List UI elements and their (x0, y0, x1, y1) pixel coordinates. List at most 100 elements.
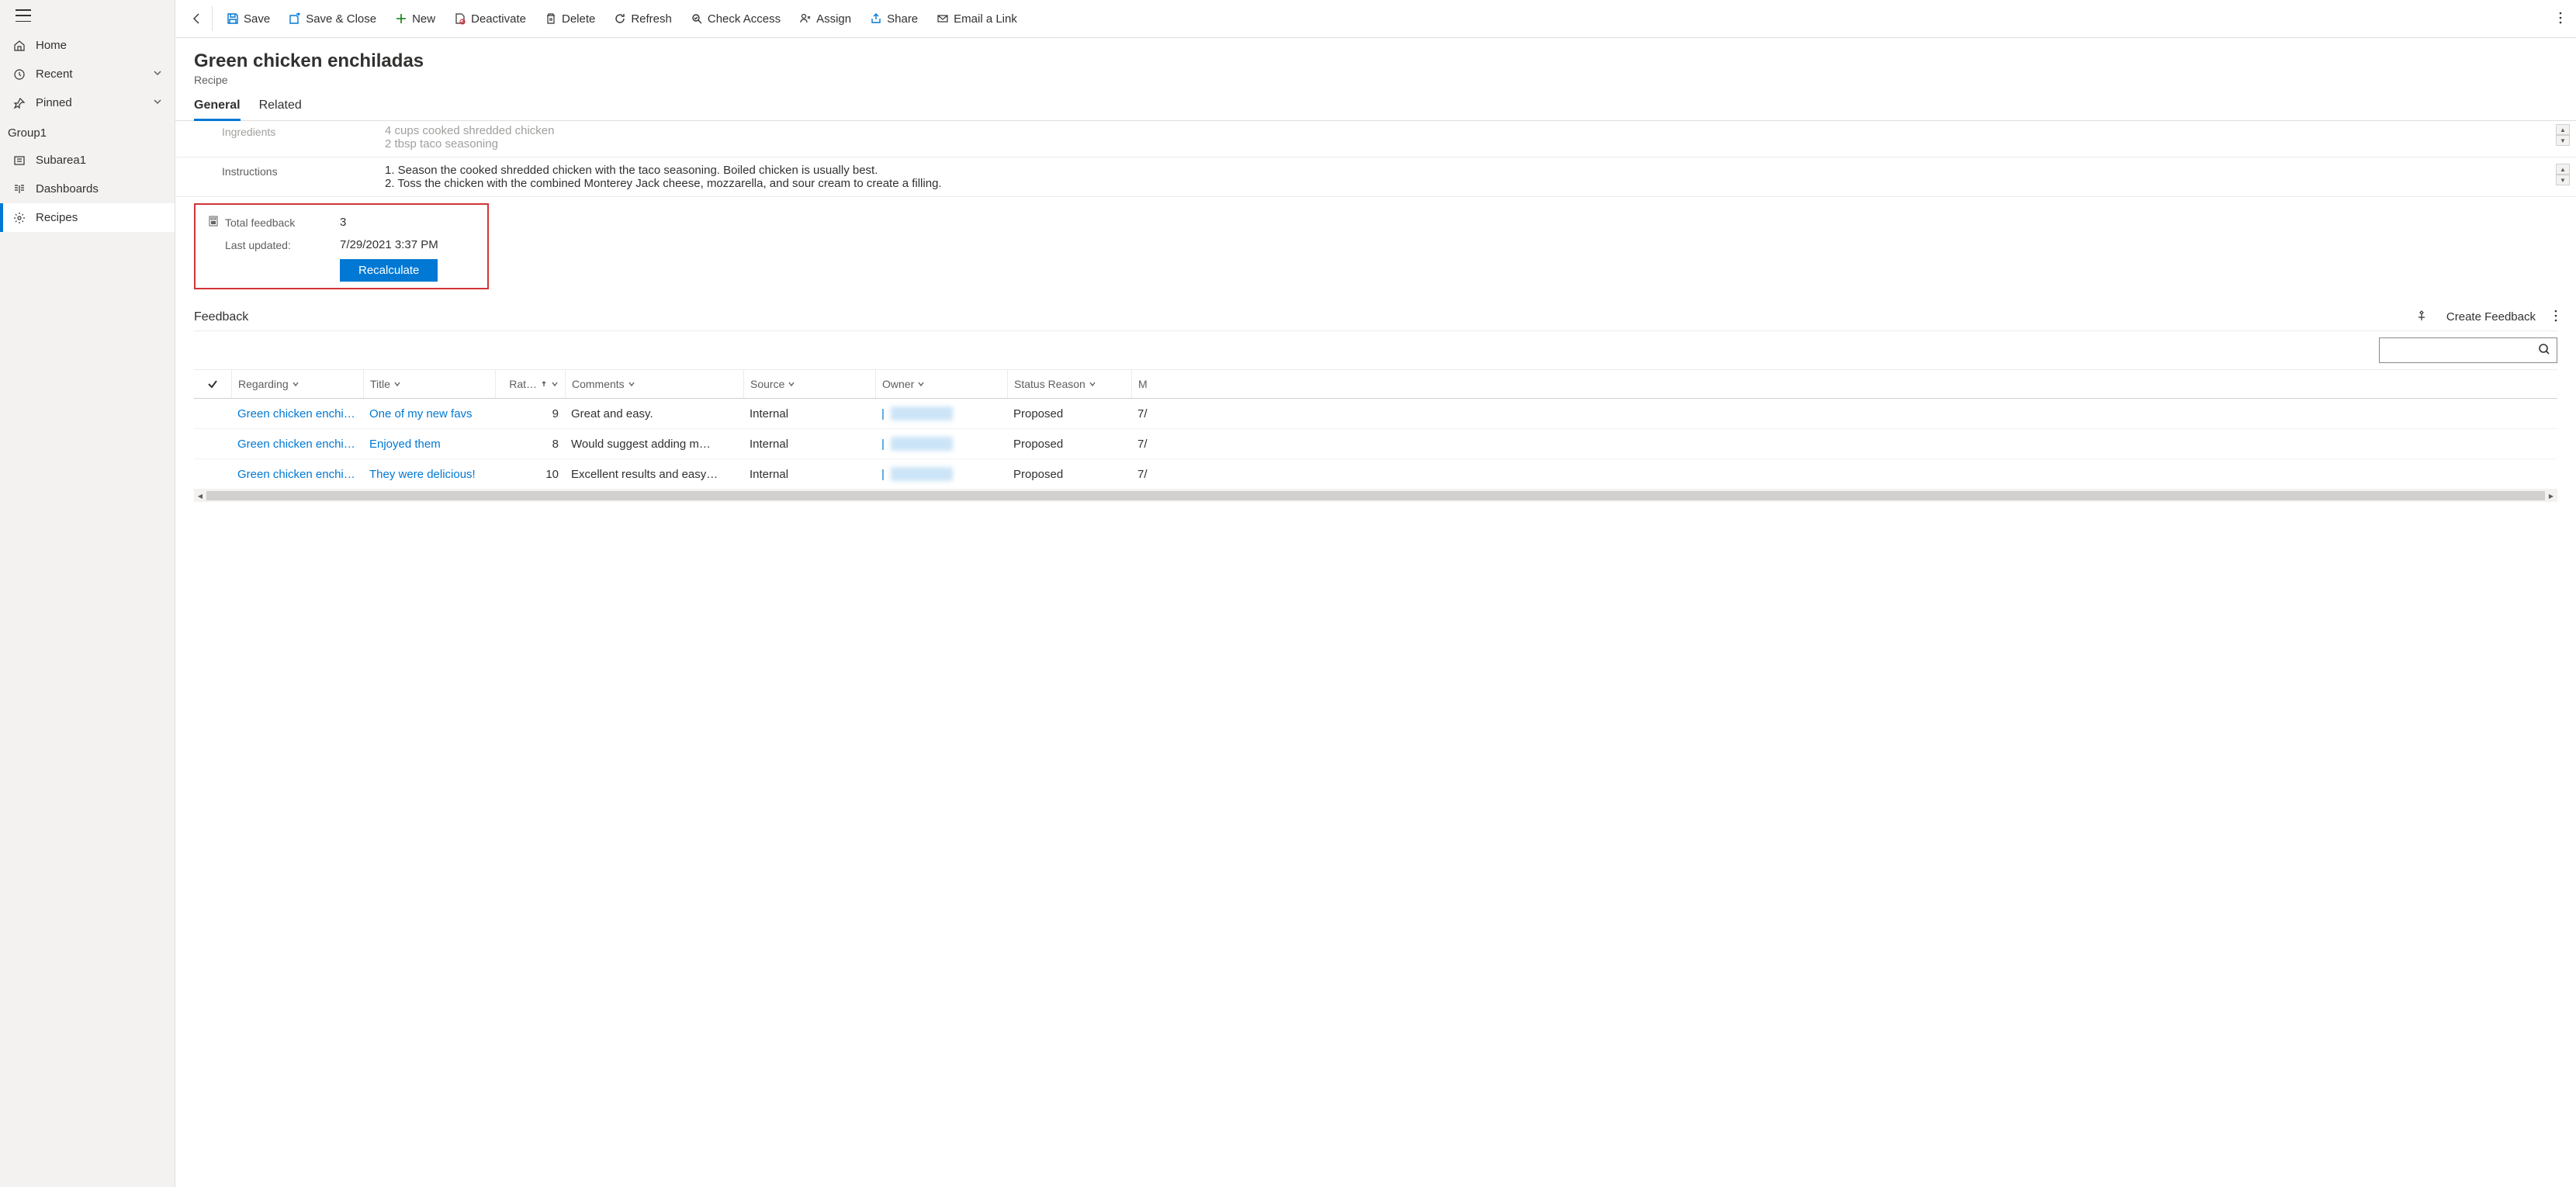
regarding-link[interactable]: Green chicken enchilad (237, 407, 357, 420)
col-label: Owner (882, 378, 914, 390)
chevron-down-icon (153, 96, 162, 109)
main-content: Save Save & Close New Deactivate Delete … (175, 0, 2576, 1187)
email-link-button[interactable]: Email a Link (929, 8, 1025, 30)
rating-cell: 8 (495, 429, 565, 459)
col-label: Regarding (238, 378, 289, 390)
add-existing-icon[interactable] (2415, 310, 2428, 324)
sidebar-item-recipes[interactable]: Recipes (0, 203, 175, 232)
save-close-button[interactable]: Save & Close (281, 8, 384, 30)
col-status[interactable]: Status Reason (1007, 370, 1131, 398)
modified-cell: 7/ (1131, 399, 1162, 428)
regarding-link[interactable]: Green chicken enchilad (237, 438, 357, 451)
check-access-button[interactable]: Check Access (683, 8, 788, 30)
title-link[interactable]: Enjoyed them (369, 438, 441, 451)
sort-asc-icon (540, 378, 548, 390)
title-link[interactable]: One of my new favs (369, 407, 473, 420)
grid-header: Regarding Title Rat… Comments Source Own… (194, 369, 2557, 399)
delete-button[interactable]: Delete (537, 8, 603, 30)
table-row[interactable]: Green chicken enchilad One of my new favs… (194, 399, 2557, 429)
rating-cell: 9 (495, 399, 565, 428)
grid-search-box[interactable] (2379, 337, 2557, 363)
scroll-down-button[interactable]: ▼ (2556, 135, 2570, 146)
section-overflow[interactable] (2554, 310, 2557, 324)
rollup-updated-value: 7/29/2021 3:37 PM (340, 238, 438, 251)
share-button[interactable]: Share (862, 8, 926, 30)
scroll-left-button[interactable]: ◀ (194, 490, 206, 502)
row-select[interactable] (194, 399, 231, 428)
sidebar-item-subarea1[interactable]: Subarea1 (0, 146, 175, 175)
field-label: Instructions (222, 164, 385, 178)
col-select[interactable] (194, 370, 231, 398)
tab-label: Related (259, 99, 302, 112)
owner-cell[interactable]: | (875, 399, 1007, 428)
hamburger-menu[interactable] (16, 9, 31, 22)
tab-label: General (194, 99, 241, 112)
cmd-label: Email a Link (954, 12, 1017, 26)
col-label: Rat… (509, 378, 537, 390)
row-select[interactable] (194, 429, 231, 459)
scroll-down-button[interactable]: ▼ (2556, 175, 2570, 185)
search-input[interactable] (2386, 344, 2533, 357)
create-feedback-button[interactable]: Create Feedback (2446, 310, 2536, 324)
search-icon (2538, 343, 2550, 358)
chevron-down-icon (153, 67, 162, 81)
title-link[interactable]: They were delicious! (369, 468, 476, 481)
record-subtitle: Recipe (194, 74, 2557, 86)
source-cell: Internal (743, 399, 875, 428)
grid-horizontal-scrollbar[interactable]: ◀ ▶ (194, 490, 2557, 502)
field-scroll: ▲ ▼ (2556, 164, 2570, 185)
regarding-link[interactable]: Green chicken enchilad (237, 468, 357, 481)
col-modified[interactable]: M (1131, 370, 1162, 398)
recalculate-button[interactable]: Recalculate (340, 259, 438, 282)
col-owner[interactable]: Owner (875, 370, 1007, 398)
check-access-icon (691, 12, 703, 25)
source-cell: Internal (743, 429, 875, 459)
owner-cell[interactable]: | (875, 429, 1007, 459)
col-label: Comments (572, 378, 625, 390)
deactivate-button[interactable]: Deactivate (446, 8, 534, 30)
back-button[interactable] (188, 6, 213, 31)
status-cell: Proposed (1007, 429, 1131, 459)
sidebar-item-home[interactable]: Home (0, 31, 175, 60)
field-instructions: Instructions 1. Season the cooked shredd… (175, 157, 2576, 197)
col-comments[interactable]: Comments (565, 370, 743, 398)
col-title[interactable]: Title (363, 370, 495, 398)
sidebar-item-label: Pinned (36, 96, 72, 109)
sidebar: Home Recent Pinned Group1 Subar (0, 0, 175, 1187)
email-icon (937, 12, 949, 25)
assign-button[interactable]: Assign (791, 8, 859, 30)
refresh-icon (614, 12, 626, 25)
comments-cell: Great and easy. (565, 399, 743, 428)
tab-related[interactable]: Related (259, 99, 302, 120)
refresh-button[interactable]: Refresh (606, 8, 680, 30)
cmd-label: New (412, 12, 435, 26)
scroll-up-button[interactable]: ▲ (2556, 124, 2570, 135)
col-regarding[interactable]: Regarding (231, 370, 363, 398)
tab-general[interactable]: General (194, 99, 241, 120)
save-button[interactable]: Save (219, 8, 278, 30)
modified-cell: 7/ (1131, 429, 1162, 459)
scroll-up-button[interactable]: ▲ (2556, 164, 2570, 175)
table-row[interactable]: Green chicken enchiladEnjoyed them8Would… (194, 429, 2557, 459)
sidebar-item-recent[interactable]: Recent (0, 60, 175, 88)
col-rating[interactable]: Rat… (495, 370, 565, 398)
form-tabs: General Related (175, 86, 2576, 121)
sidebar-item-pinned[interactable]: Pinned (0, 88, 175, 117)
new-button[interactable]: New (387, 8, 443, 30)
section-title: Feedback (194, 310, 248, 324)
sidebar-item-dashboards[interactable]: Dashboards (0, 175, 175, 203)
label-text: Total feedback (225, 216, 295, 229)
calculator-icon (208, 216, 219, 229)
table-row[interactable]: Green chicken enchilad They were deliciou… (194, 459, 2557, 490)
scroll-track[interactable] (206, 491, 2545, 500)
col-source[interactable]: Source (743, 370, 875, 398)
field-value[interactable]: 1. Season the cooked shredded chicken wi… (385, 164, 2557, 190)
chevron-down-icon (551, 378, 559, 390)
cmd-label: Refresh (631, 12, 672, 26)
owner-cell[interactable]: | (875, 459, 1007, 489)
command-overflow[interactable] (2551, 7, 2570, 31)
field-value[interactable]: 4 cups cooked shredded chicken 2 tbsp ta… (385, 124, 2557, 151)
row-select[interactable] (194, 459, 231, 489)
scroll-right-button[interactable]: ▶ (2545, 490, 2557, 502)
plus-icon (395, 12, 407, 25)
